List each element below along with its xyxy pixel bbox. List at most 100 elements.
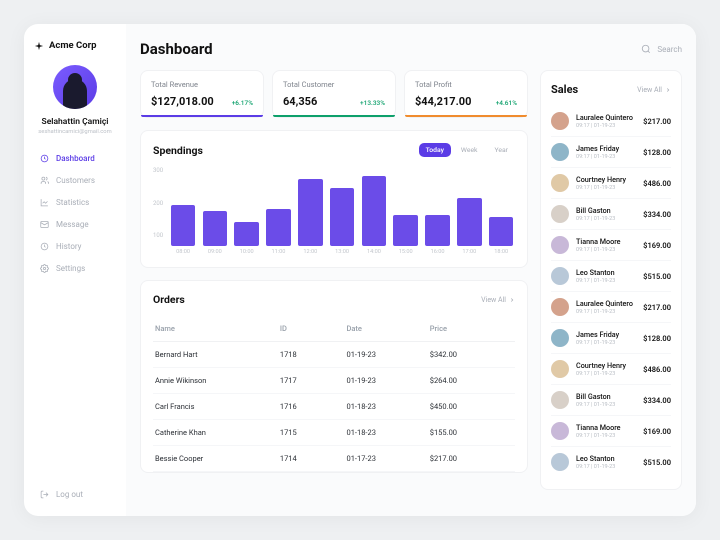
col-header: Price xyxy=(430,324,513,333)
sale-item[interactable]: James Friday09:17 | 01-19-23$128.00 xyxy=(551,137,671,168)
bar[interactable] xyxy=(234,222,258,246)
sale-item[interactable]: Bill Gaston09:17 | 01-19-23$334.00 xyxy=(551,199,671,230)
bar-col: 17:00 xyxy=(455,198,483,255)
sidebar-item-customers[interactable]: Customers xyxy=(34,171,116,190)
bar[interactable] xyxy=(266,209,290,246)
stat-delta: +4.61% xyxy=(496,99,517,107)
content-row: Total Revenue$127,018.00+6.17%Total Cust… xyxy=(140,70,682,490)
avatar xyxy=(551,298,569,316)
sale-item[interactable]: Leo Stanton09:17 | 01-19-23$515.00 xyxy=(551,447,671,477)
sale-name: Lauralee Quintero xyxy=(576,113,636,122)
sale-name: Bill Gaston xyxy=(576,392,636,401)
customers-icon xyxy=(40,176,49,185)
stat-label: Total Profit xyxy=(415,80,517,89)
spendings-card: Spendings TodayWeekYear 300200100 08:000… xyxy=(140,130,528,268)
stat-card: Total Profit$44,217.00+4.61% xyxy=(404,70,528,118)
avatar xyxy=(551,267,569,285)
sales-view-all[interactable]: View All xyxy=(637,86,671,94)
sale-item[interactable]: Lauralee Quintero09:17 | 01-19-23$217.00 xyxy=(551,106,671,137)
sale-amount: $486.00 xyxy=(643,365,671,374)
bar[interactable] xyxy=(330,188,354,246)
nav-label: Settings xyxy=(56,264,85,273)
sale-date: 09:17 | 01-19-23 xyxy=(576,402,636,408)
table-row[interactable]: Bessie Cooper171401-17-23$217.00 xyxy=(153,446,515,472)
x-tick: 12:00 xyxy=(303,249,317,255)
message-icon xyxy=(40,220,49,229)
segment-year[interactable]: Year xyxy=(488,143,515,157)
sale-item[interactable]: Leo Stanton09:17 | 01-19-23$515.00 xyxy=(551,261,671,292)
table-row[interactable]: Annie Wikinson171701-19-23$264.00 xyxy=(153,368,515,394)
table-row[interactable]: Catherine Khan171501-18-23$155.00 xyxy=(153,420,515,446)
sale-item[interactable]: Tianna Moore09:17 | 01-19-23$169.00 xyxy=(551,230,671,261)
table-row[interactable]: Carl Francis171601-18-23$450.00 xyxy=(153,394,515,420)
table-row[interactable]: Bernard Hart171801-19-23$342.00 xyxy=(153,342,515,368)
sale-date: 09:17 | 01-19-23 xyxy=(576,340,636,346)
orders-table: NameIDDatePriceBernard Hart171801-19-23$… xyxy=(153,316,515,472)
segment-week[interactable]: Week xyxy=(454,143,485,157)
sale-date: 09:17 | 01-19-23 xyxy=(576,247,636,253)
bar[interactable] xyxy=(489,217,513,246)
bar[interactable] xyxy=(362,176,386,246)
sales-panel: Sales View All Lauralee Quintero09:17 | … xyxy=(540,70,682,490)
cell-price: $342.00 xyxy=(430,350,513,359)
sale-date: 09:17 | 01-19-23 xyxy=(576,309,636,315)
orders-card: Orders View All NameIDDatePriceBernard H… xyxy=(140,280,528,473)
x-tick: 13:00 xyxy=(335,249,349,255)
cell-name: Carl Francis xyxy=(155,402,280,411)
sale-item[interactable]: Lauralee Quintero09:17 | 01-19-23$217.00 xyxy=(551,292,671,323)
sale-item[interactable]: James Friday09:17 | 01-19-23$128.00 xyxy=(551,323,671,354)
orders-view-all[interactable]: View All xyxy=(481,296,515,304)
sale-item[interactable]: Tianna Moore09:17 | 01-19-23$169.00 xyxy=(551,416,671,447)
sale-item[interactable]: Courtney Henry09:17 | 01-19-23$486.00 xyxy=(551,354,671,385)
nav-label: Statistics xyxy=(56,198,89,207)
stat-label: Total Customer xyxy=(283,80,385,89)
bar[interactable] xyxy=(425,215,449,246)
logout-button[interactable]: Log out xyxy=(34,485,116,504)
sidebar-item-statistics[interactable]: Statistics xyxy=(34,193,116,212)
sale-date: 09:17 | 01-19-23 xyxy=(576,123,636,129)
avatar xyxy=(551,422,569,440)
bar[interactable] xyxy=(457,198,481,246)
x-tick: 09:00 xyxy=(208,249,222,255)
time-segment: TodayWeekYear xyxy=(419,143,515,157)
sidebar-item-history[interactable]: History xyxy=(34,237,116,256)
sale-name: Bill Gaston xyxy=(576,206,636,215)
sidebar-item-settings[interactable]: Settings xyxy=(34,259,116,278)
sale-name: Tianna Moore xyxy=(576,423,636,432)
bar-col: 16:00 xyxy=(424,215,452,255)
sale-item[interactable]: Courtney Henry09:17 | 01-19-23$486.00 xyxy=(551,168,671,199)
sale-date: 09:17 | 01-19-23 xyxy=(576,433,636,439)
cell-name: Annie Wikinson xyxy=(155,376,280,385)
cell-price: $450.00 xyxy=(430,402,513,411)
cell-id: 1718 xyxy=(280,350,347,359)
bar[interactable] xyxy=(171,205,195,246)
x-tick: 17:00 xyxy=(462,249,476,255)
bar-col: 14:00 xyxy=(360,176,388,255)
bar[interactable] xyxy=(203,211,227,246)
cell-id: 1716 xyxy=(280,402,347,411)
search-input[interactable]: Search xyxy=(641,44,682,54)
nav-label: Dashboard xyxy=(56,154,95,163)
bar-col: 09:00 xyxy=(201,211,229,255)
segment-today[interactable]: Today xyxy=(419,143,451,157)
sidebar-item-message[interactable]: Message xyxy=(34,215,116,234)
sidebar-item-dashboard[interactable]: Dashboard xyxy=(34,149,116,168)
stat-value: 64,356 xyxy=(283,95,317,108)
bars: 08:0009:0010:0011:0012:0013:0014:0015:00… xyxy=(169,167,515,255)
bar[interactable] xyxy=(393,215,417,246)
spendings-chart: 300200100 08:0009:0010:0011:0012:0013:00… xyxy=(153,167,515,255)
cell-date: 01-17-23 xyxy=(346,454,429,463)
x-tick: 10:00 xyxy=(240,249,254,255)
sale-item[interactable]: Bill Gaston09:17 | 01-19-23$334.00 xyxy=(551,385,671,416)
sale-amount: $217.00 xyxy=(643,303,671,312)
bar-col: 10:00 xyxy=(233,222,261,255)
avatar[interactable] xyxy=(53,65,97,109)
search-icon xyxy=(641,44,651,54)
bar[interactable] xyxy=(298,179,322,246)
history-icon xyxy=(40,242,49,251)
cell-id: 1715 xyxy=(280,428,347,437)
stat-value: $127,018.00 xyxy=(151,95,214,108)
page-title: Dashboard xyxy=(140,40,213,58)
sale-date: 09:17 | 01-19-23 xyxy=(576,371,636,377)
avatar xyxy=(551,453,569,471)
